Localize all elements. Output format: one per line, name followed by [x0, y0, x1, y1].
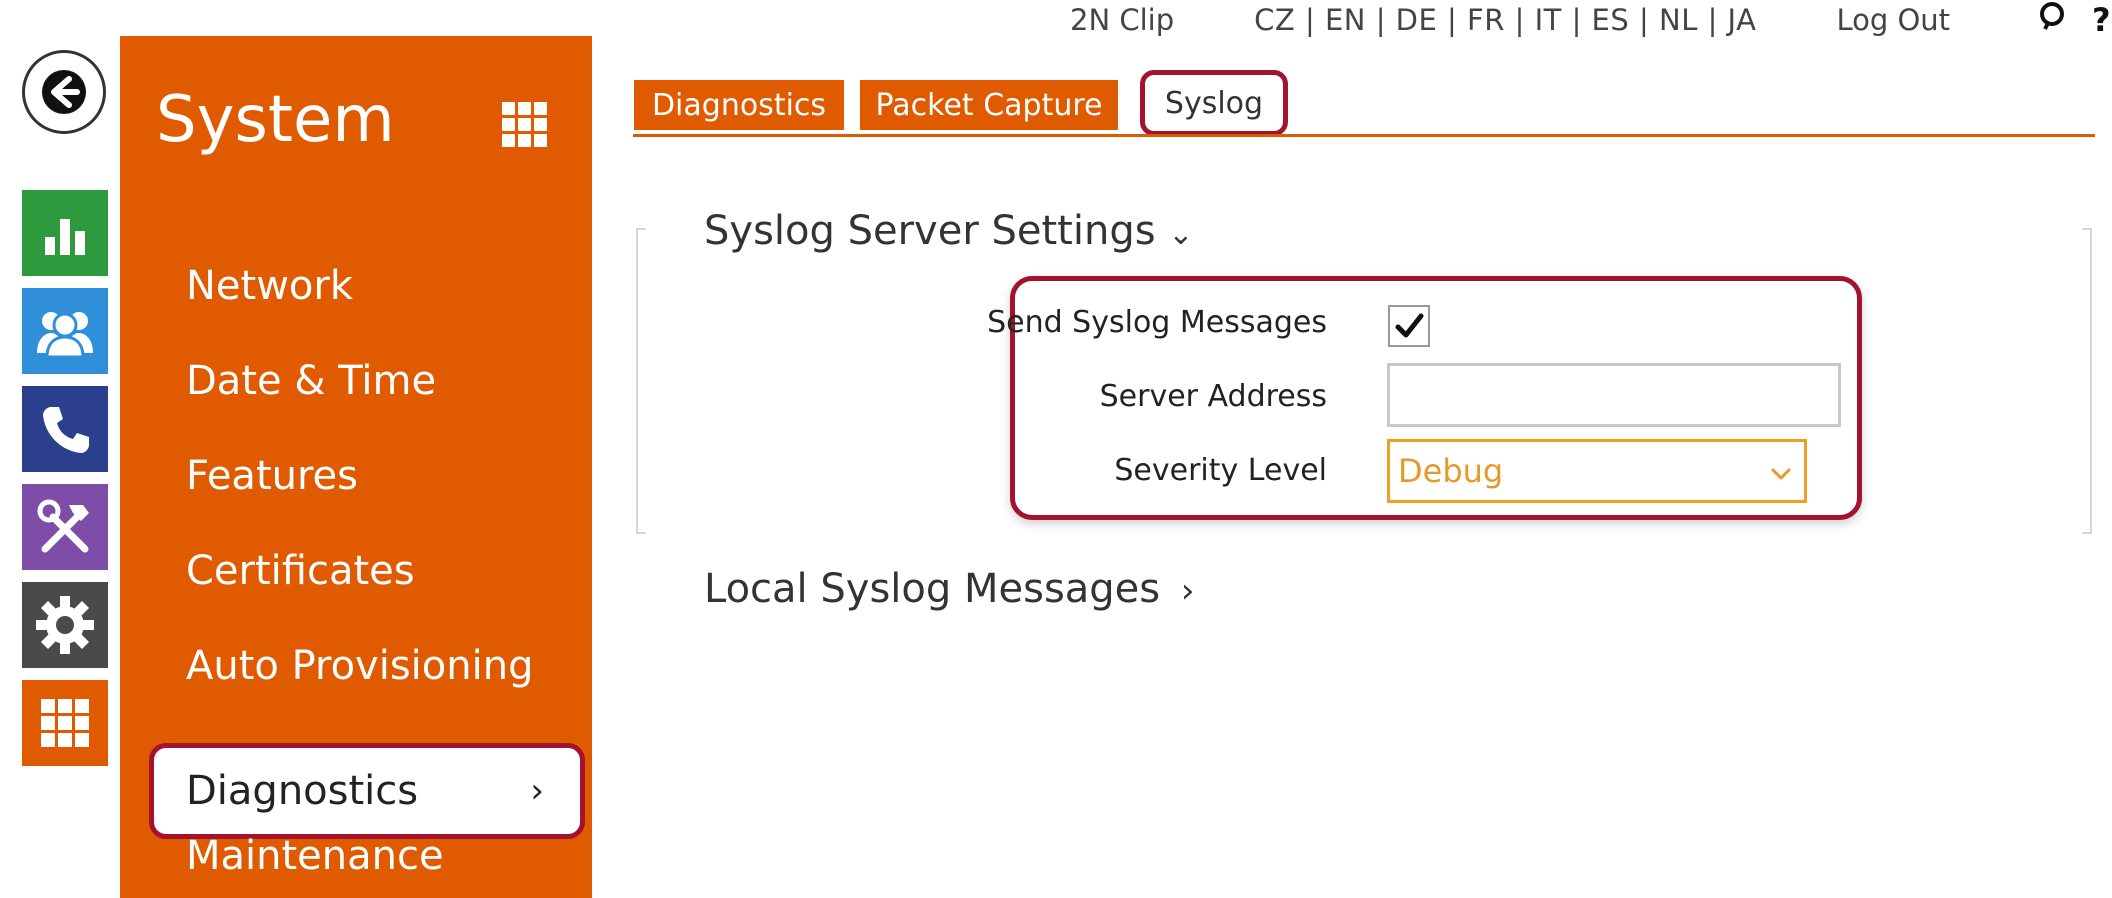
chevron-down-icon: ⌄ [1168, 217, 1194, 252]
tools-icon [37, 499, 89, 553]
section-frame-right [2082, 228, 2092, 534]
send-syslog-checkbox[interactable] [1388, 305, 1430, 347]
server-address-input[interactable] [1387, 363, 1841, 427]
back-button[interactable] [22, 50, 106, 134]
hardware-rail-item[interactable] [22, 484, 108, 570]
sidebar-item-features[interactable]: Features [186, 456, 358, 496]
checkmark-icon [1395, 313, 1424, 338]
system-sidebar: System Network Date & Time Features Cert… [120, 36, 592, 898]
status-rail-item[interactable] [22, 190, 108, 276]
chevron-right-icon: › [1180, 571, 1195, 611]
sidebar-item-label: Diagnostics [186, 768, 419, 814]
gear-icon [36, 596, 94, 654]
apps-rail-item[interactable] [22, 680, 108, 766]
sidebar-item-network[interactable]: Network [186, 266, 353, 306]
phone-icon [43, 407, 89, 453]
arrow-left-icon [42, 70, 86, 114]
services-rail-item[interactable] [22, 386, 108, 472]
chevron-right-icon: › [530, 771, 544, 811]
help-icon[interactable]: ? [2092, 1, 2111, 39]
section-title: Syslog Server Settings [704, 208, 1156, 254]
tab-packet-capture[interactable]: Packet Capture [860, 80, 1118, 130]
section-frame-left [636, 228, 646, 534]
tab-diagnostics[interactable]: Diagnostics [634, 80, 844, 130]
bar-chart-icon [45, 219, 85, 255]
section-title: Local Syslog Messages [704, 566, 1161, 612]
sidebar-item-auto-provisioning[interactable]: Auto Provisioning [186, 646, 533, 686]
logout-link[interactable]: Log Out [1836, 3, 1950, 37]
directory-rail-item[interactable] [22, 288, 108, 374]
sidebar-item-maintenance[interactable]: Maintenance [186, 836, 444, 876]
users-icon [37, 312, 93, 359]
grid-icon[interactable] [502, 102, 548, 152]
sidebar-item-certificates[interactable]: Certificates [186, 551, 415, 591]
top-bar: 2N Clip CZ | EN | DE | FR | IT | ES | NL… [1070, 0, 2112, 40]
grid-icon [41, 699, 89, 747]
system-rail-item[interactable] [22, 582, 108, 668]
chevron-down-icon [1770, 455, 1792, 488]
send-syslog-label: Send Syslog Messages [987, 305, 1327, 340]
sidebar-item-diagnostics[interactable]: Diagnostics › [154, 748, 580, 834]
tab-underline [633, 134, 2095, 137]
server-address-label: Server Address [1099, 379, 1327, 414]
severity-level-value: Debug [1398, 452, 1504, 490]
syslog-server-form: Send Syslog Messages Server Address Seve… [987, 276, 1862, 520]
severity-level-label: Severity Level [1114, 453, 1327, 488]
device-name: 2N Clip [1070, 3, 1175, 37]
local-syslog-messages-header[interactable]: Local Syslog Messages › [704, 566, 1194, 612]
sidebar-title: System [156, 83, 395, 157]
sidebar-item-date-time[interactable]: Date & Time [186, 361, 436, 401]
syslog-server-settings-header[interactable]: Syslog Server Settings ⌄ [704, 208, 1193, 254]
language-selector[interactable]: CZ | EN | DE | FR | IT | ES | NL | JA [1254, 3, 1756, 37]
search-icon[interactable] [2038, 1, 2068, 39]
severity-level-select[interactable]: Debug [1387, 439, 1807, 503]
tab-syslog[interactable]: Syslog [1140, 70, 1288, 136]
